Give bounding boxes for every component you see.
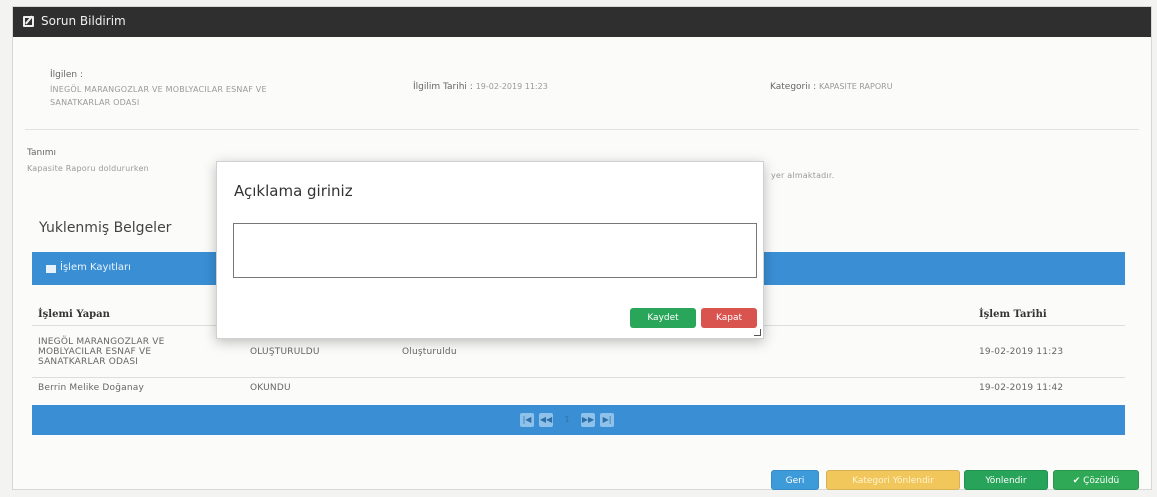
- actor-line: INEGÖL MARANGOZLAR VE: [38, 336, 165, 347]
- ilgili-value-line2: SANATKARLAR ODASI: [50, 98, 140, 107]
- tanim-label: Tanımı: [27, 148, 56, 158]
- category-redirect-button[interactable]: Kategori Yönlendir: [826, 470, 960, 490]
- next-page-button[interactable]: ▶▶: [581, 413, 595, 427]
- tarih-value: 19-02-2019 11:23: [475, 82, 548, 91]
- uploaded-docs-title: Yuklenmiş Belgeler: [39, 220, 172, 236]
- description-modal: Açıklama giriniz Kaydet Kapat: [216, 161, 764, 339]
- last-page-button[interactable]: ▶|: [600, 413, 614, 427]
- row-desc: [396, 377, 973, 398]
- row-actor: INEGÖL MARANGOZLAR VE MOBLYACILAR ESNAF …: [32, 325, 244, 378]
- save-button[interactable]: Kaydet: [630, 308, 696, 328]
- back-button[interactable]: Geri: [771, 470, 819, 490]
- row-status: OKUNDU: [244, 377, 396, 398]
- edit-icon: [23, 16, 34, 27]
- kategori-value: KAPASITE RAPORU: [819, 82, 893, 91]
- table-row: Berrin Melike Doğanay OKUNDU 19-02-2019 …: [32, 377, 1125, 398]
- actor-line: MOBLYACILAR ESNAF VE: [38, 346, 152, 357]
- tarih-row: İlgilim Tarihi : 19-02-2019 11:23: [413, 82, 548, 92]
- tarih-label: İlgilim Tarihi :: [413, 82, 473, 92]
- ilgili-label: İlgilen :: [50, 70, 84, 80]
- tanim-text-left: Kapasite Raporu doldururken: [27, 164, 149, 173]
- resize-grip-icon[interactable]: [754, 329, 761, 336]
- row-date: 19-02-2019 11:23: [973, 325, 1125, 378]
- tanim-text-right: yer almaktadır.: [771, 171, 835, 180]
- prev-page-button[interactable]: ◀◀: [539, 413, 553, 427]
- col-islem-tarihi: İşlem Tarihi: [979, 308, 1047, 320]
- resolved-button[interactable]: ✔ Çözüldü: [1053, 470, 1139, 490]
- modal-title: Açıklama giriniz: [234, 182, 353, 200]
- logs-title: İşlem Kayıtları: [60, 262, 131, 273]
- panel-header: Sorun Bildirim: [13, 7, 1151, 37]
- actor-line: SANATKARLAR ODASI: [38, 356, 139, 367]
- kategori-label: Kategoriı :: [770, 82, 817, 92]
- col-islem-yapan: İşlemi Yapan: [38, 308, 110, 320]
- row-actor: Berrin Melike Doğanay: [32, 377, 244, 398]
- redirect-button[interactable]: Yönlendir: [964, 470, 1048, 490]
- close-button[interactable]: Kapat: [701, 308, 757, 328]
- pagination-bar: |◀ ◀◀ 1 ▶▶ ▶|: [32, 405, 1125, 435]
- table-icon: [46, 265, 56, 273]
- first-page-button[interactable]: |◀: [520, 413, 534, 427]
- divider: [25, 129, 1139, 130]
- current-page: 1: [564, 415, 570, 424]
- kategori-row: Kategoriı : KAPASITE RAPORU: [770, 82, 893, 92]
- row-date: 19-02-2019 11:42: [973, 377, 1125, 398]
- ilgili-value-line1: İNEGÖL MARANGOZLAR VE MOBLYACILAR ESNAF …: [50, 85, 267, 94]
- description-textarea[interactable]: [233, 223, 757, 278]
- panel-title: Sorun Bildirim: [41, 14, 126, 28]
